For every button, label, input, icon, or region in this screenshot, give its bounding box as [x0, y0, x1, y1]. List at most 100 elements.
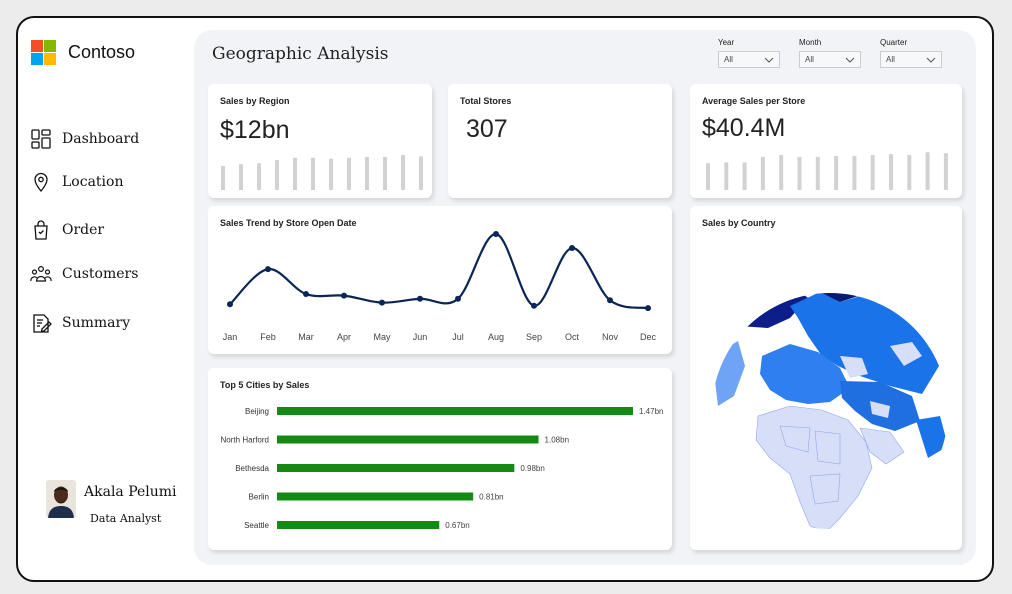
card-top-cities: Top 5 Cities by Sales Beijing 1.47bn North… [208, 368, 672, 550]
spark-bar [275, 160, 279, 190]
x-tick-label: Dec [640, 332, 657, 342]
logo-red-square [31, 40, 43, 52]
spark-bar [257, 163, 261, 190]
x-tick-label: May [373, 332, 391, 342]
spark-bar [760, 156, 765, 190]
x-tick-label: Jan [223, 332, 238, 342]
city-value-label: 0.67bn [445, 521, 469, 530]
spark-bar [834, 155, 839, 190]
brand: Contoso [31, 40, 135, 65]
filter-label: Month [799, 38, 822, 47]
avatar-icon [46, 480, 76, 518]
spark-bar [907, 155, 912, 190]
filter-month: Month All [799, 38, 861, 68]
trend-series-line [229, 232, 649, 310]
sidebar-item-label: Customers [62, 266, 139, 282]
card-title: Total Stores [460, 96, 512, 106]
chevron-down-icon [845, 57, 855, 63]
contoso-logo-icon [31, 40, 56, 65]
year-select[interactable]: All [718, 51, 780, 68]
x-tick-label: Nov [602, 332, 619, 342]
month-select[interactable]: All [799, 51, 861, 68]
spark-bar [311, 157, 315, 190]
x-tick-label: Feb [260, 332, 276, 342]
profile-role: Data Analyst [90, 512, 162, 525]
brand-name: Contoso [68, 42, 136, 62]
spark-bar [239, 164, 243, 190]
logo-yellow-square [44, 53, 56, 65]
city-bar[interactable] [277, 435, 539, 444]
sidebar-item-label: Order [62, 222, 105, 238]
spark-bar [889, 154, 893, 190]
spark-bar [742, 162, 747, 190]
spark-bar [419, 156, 423, 190]
city-bar[interactable] [277, 521, 440, 529]
filter-label: Year [718, 38, 735, 47]
trend-data-point[interactable] [227, 301, 233, 308]
filter-value: All [724, 55, 733, 64]
trend-data-point[interactable] [455, 295, 461, 302]
spark-bar [293, 157, 297, 190]
logo-blue-square [31, 53, 43, 65]
sidebar-item-order[interactable]: Order [30, 219, 104, 241]
sales-region-sparkbars [221, 155, 423, 190]
shopping-bag-icon [34, 220, 48, 240]
trend-data-point[interactable] [417, 295, 423, 302]
kpi-value: $12bn [220, 116, 290, 144]
page-title: Geographic Analysis [212, 44, 389, 64]
filter-value: All [886, 55, 895, 64]
trend-data-point[interactable] [645, 305, 651, 312]
trend-data-point[interactable] [303, 291, 309, 298]
quarter-select[interactable]: All [880, 51, 942, 68]
trend-data-point[interactable] [493, 231, 499, 237]
sidebar-item-customers[interactable]: Customers [30, 263, 138, 285]
city-bar[interactable] [277, 407, 633, 415]
x-tick-label: Sep [526, 332, 542, 342]
logo-green-square [44, 40, 56, 52]
x-tick-label: Mar [298, 332, 314, 342]
spark-bar [365, 156, 369, 190]
city-label: North Harford [221, 436, 269, 445]
sales-by-country-globe-map[interactable] [690, 206, 962, 550]
avg-sales-sparkbars [706, 152, 948, 190]
x-tick-label: Apr [337, 332, 351, 342]
trend-data-point[interactable] [607, 297, 613, 304]
card-title: Average Sales per Store [702, 96, 806, 106]
city-label: Bethesda [235, 464, 269, 473]
sidebar-item-label: Summary [62, 315, 131, 331]
sidebar-item-label: Location [62, 174, 124, 190]
spark-bar [383, 156, 387, 190]
card-sales-trend: Sales Trend by Store Open Date Jan Feb Mar… [208, 206, 672, 354]
filter-label: Quarter [880, 38, 908, 47]
trend-data-point[interactable] [265, 266, 271, 273]
sidebar-item-summary[interactable]: Summary [30, 312, 130, 334]
sidebar-item-location[interactable]: Location [30, 171, 123, 193]
sidebar-item-dashboard[interactable]: Dashboard [30, 128, 139, 150]
main-panel: Geographic Analysis Year All Month All Q… [194, 30, 976, 565]
card-title: Sales by Region [220, 96, 290, 106]
filter-quarter: Quarter All [880, 38, 942, 68]
spark-bar [401, 155, 405, 190]
spark-bar [797, 156, 802, 190]
spark-bar [815, 156, 820, 190]
city-label: Berlin [249, 493, 269, 502]
trend-data-point[interactable] [531, 302, 537, 309]
filter-year: Year All [718, 38, 780, 68]
trend-data-point[interactable] [341, 292, 347, 299]
profile-name: Akala Pelumi [84, 484, 177, 500]
card-sales-by-region: Sales by Region $12bn [208, 84, 432, 198]
spark-bar [724, 162, 729, 190]
spark-bar [925, 152, 930, 190]
summary-edit-icon [33, 314, 52, 333]
x-tick-label: Aug [488, 332, 504, 342]
spark-bar [943, 153, 948, 190]
dashboard-icon [31, 129, 51, 149]
city-bar[interactable] [277, 492, 474, 501]
sales-trend-line-chart: Jan Feb Mar Apr May Jun Jul Aug Sep Oct Nov Dec [223, 231, 657, 342]
city-bar[interactable] [277, 464, 515, 472]
sidebar-item-label: Dashboard [62, 131, 140, 147]
trend-data-point[interactable] [379, 299, 385, 306]
user-profile[interactable]: Akala Pelumi Data Analyst [46, 478, 206, 538]
trend-data-point[interactable] [569, 245, 575, 252]
app-frame: Contoso Dashboard Location Order Custome… [16, 16, 994, 582]
